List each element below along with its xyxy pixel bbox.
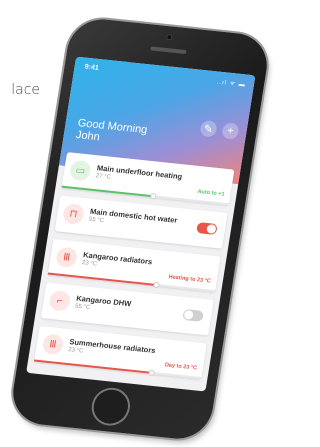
device-temperature: 55 °C <box>74 303 91 312</box>
device-card[interactable]: Ⅲ Summerhouse radiators 23 °C Day to 23 °C <box>33 325 207 380</box>
level-slider-handle[interactable] <box>150 194 156 199</box>
device-card[interactable]: ⊓ Main domestic hot water 55 °C <box>54 195 228 249</box>
radiator-icon: Ⅲ <box>55 246 79 269</box>
pencil-icon: ✎ <box>202 122 214 136</box>
device-temperature: 27 °C <box>95 173 112 181</box>
level-slider-handle[interactable] <box>149 370 154 375</box>
device-status: Auto to +1 <box>197 188 225 198</box>
device-status: Heating to 23 °C <box>168 274 212 285</box>
greeting: Good Morning John <box>75 117 148 148</box>
device-toggle[interactable] <box>182 308 204 322</box>
tap-icon: ⌐ <box>48 289 72 312</box>
add-button[interactable]: + <box>221 122 240 140</box>
tap-icon: ⊓ <box>62 203 86 225</box>
device-temperature: 55 °C <box>88 216 105 225</box>
device-temperature: 23 °C <box>81 260 98 268</box>
background-text: lace <box>11 82 40 98</box>
level-slider-handle[interactable] <box>154 282 159 288</box>
level-bar <box>33 359 152 374</box>
toggle-knob <box>206 224 217 234</box>
device-card[interactable]: Ⅲ Kangaroo radiators 23 °C Heating to 23 °C <box>47 238 221 293</box>
radiator-icon: Ⅲ <box>41 333 65 356</box>
edit-button[interactable]: ✎ <box>199 120 218 138</box>
underfloor-heating-icon: ▭ <box>68 159 92 182</box>
status-icons: ..ıl ᯤ ▬ <box>216 79 247 89</box>
phone-mockup: 9:41 ..ıl ᯤ ▬ ✎ + Good Morning John ▭ Mai… <box>8 16 272 442</box>
device-temperature: 23 °C <box>67 347 84 355</box>
plus-icon: + <box>226 124 235 138</box>
device-toggle[interactable] <box>196 222 218 235</box>
level-bar <box>61 185 154 198</box>
toggle-knob <box>183 310 194 320</box>
status-time: 9:41 <box>84 63 100 72</box>
device-status: Day to 23 °C <box>164 362 198 372</box>
device-card[interactable]: ⌐ Kangaroo DHW 55 °C <box>40 282 214 336</box>
